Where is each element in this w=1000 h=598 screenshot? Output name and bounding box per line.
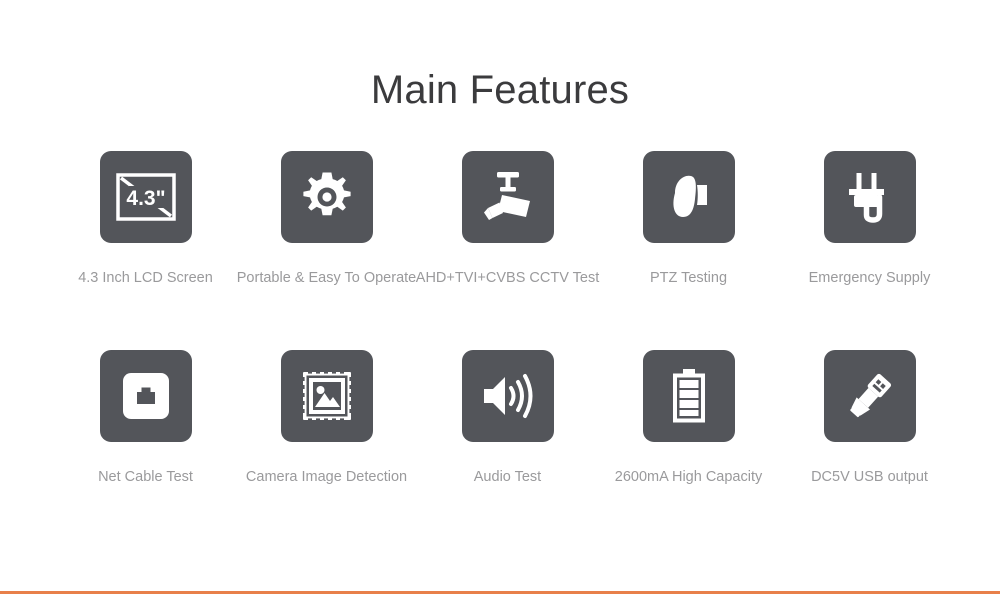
feature-caption: AHD+TVI+CVBS CCTV Test [415, 270, 600, 286]
feature-caption: Camera Image Detection [245, 468, 408, 485]
feature-item-emergency-supply[interactable]: Emergency Supply [779, 151, 960, 288]
feature-caption: Audio Test [473, 468, 542, 485]
feature-item-ptz-testing[interactable]: PTZ Testing [598, 151, 779, 288]
feature-item-lcd-screen[interactable]: 4.3" 4.3 Inch LCD Screen [55, 151, 236, 288]
feature-item-portable-easy[interactable]: Portable & Easy To Operate [236, 151, 417, 288]
features-row-1: 4.3" 4.3 Inch LCD Screen Portable & Easy… [0, 151, 1000, 288]
ptz-dome-camera-icon [642, 151, 735, 243]
power-plug-icon [823, 151, 916, 243]
feature-caption: PTZ Testing [649, 270, 728, 286]
gear-icon [280, 151, 373, 243]
feature-item-audio-test[interactable]: Audio Test [417, 349, 598, 487]
page-title: Main Features [370, 68, 630, 112]
feature-item-usb-output[interactable]: DC5V USB output [779, 349, 960, 487]
speaker-audio-icon [461, 349, 554, 442]
svg-text:4.3": 4.3" [126, 187, 165, 210]
feature-caption: 4.3 Inch LCD Screen [78, 270, 213, 286]
lcd-screen-icon: 4.3" [99, 151, 192, 243]
feature-caption: Portable & Easy To Operate [236, 270, 417, 286]
feature-item-camera-image-detection[interactable]: Camera Image Detection [236, 349, 417, 487]
feature-caption: Emergency Supply [808, 270, 931, 286]
photo-stamp-icon [280, 349, 373, 442]
features-row-2: Net Cable Test Camera Image Detection Au… [0, 349, 1000, 487]
main-features-page: Main Features 4.3" 4.3 Inch LCD Screen P… [0, 0, 1000, 598]
features-grid: 4.3" 4.3 Inch LCD Screen Portable & Easy… [0, 151, 1000, 487]
usb-plug-icon [823, 349, 916, 442]
feature-item-battery-capacity[interactable]: 2600mA High Capacity [598, 349, 779, 487]
feature-caption: Net Cable Test [98, 468, 193, 485]
cctv-camera-icon [461, 151, 554, 243]
feature-caption: DC5V USB output [811, 468, 928, 485]
feature-caption: 2600mA High Capacity [614, 468, 763, 485]
battery-icon [642, 349, 735, 442]
feature-item-net-cable-test[interactable]: Net Cable Test [55, 349, 236, 487]
feature-item-cctv-test[interactable]: AHD+TVI+CVBS CCTV Test [415, 151, 600, 288]
ethernet-port-icon [99, 349, 192, 442]
bottom-accent-rule [0, 591, 1000, 594]
